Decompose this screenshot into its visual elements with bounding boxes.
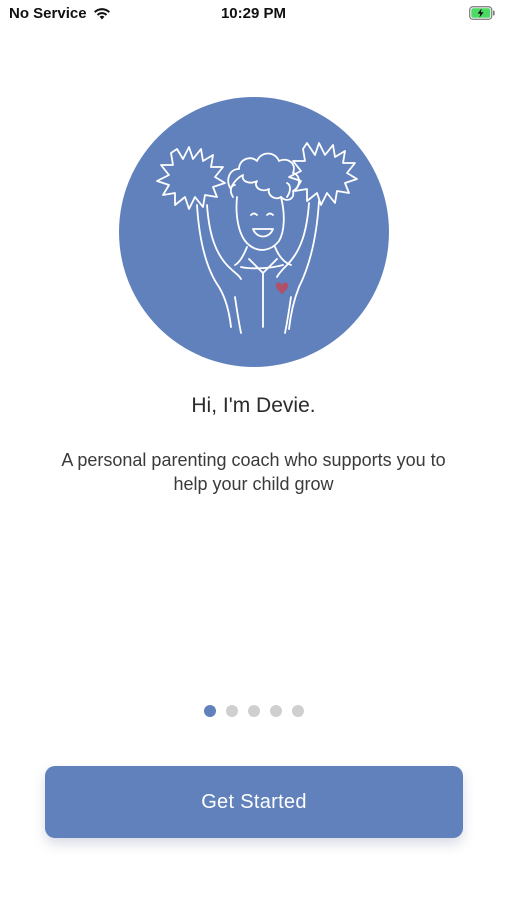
cheerleader-illustration (119, 97, 389, 367)
page-dot-5[interactable] (291, 705, 304, 717)
status-bar: No Service 10:29 PM (0, 0, 507, 30)
get-started-button[interactable]: Get Started (45, 766, 463, 838)
page-dot-2[interactable] (225, 705, 238, 717)
page-indicator[interactable] (0, 705, 507, 717)
status-time: 10:29 PM (220, 5, 287, 22)
battery-charging-icon (469, 6, 495, 20)
page-dot-4[interactable] (269, 705, 282, 717)
page-dot-3[interactable] (247, 705, 260, 717)
onboarding-title: Hi, I'm Devie. (191, 394, 316, 417)
onboarding-description: A personal parenting coach who supports … (61, 450, 446, 494)
page-dot-1[interactable] (203, 705, 216, 717)
